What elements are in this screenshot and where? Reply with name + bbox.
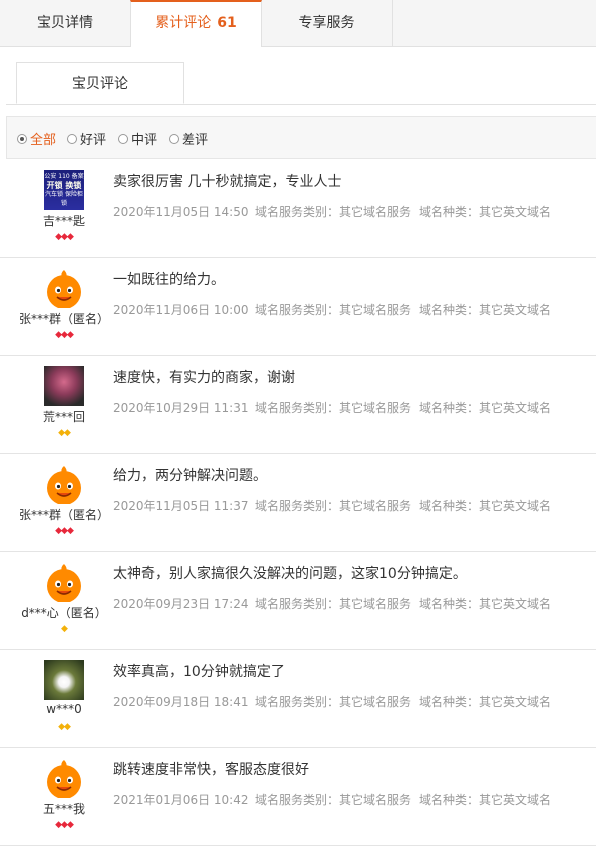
subtab-item-reviews[interactable]: 宝贝评论 — [16, 62, 184, 104]
review-text: 给力，两分钟解决问题。 — [113, 468, 267, 484]
radio-icon[interactable] — [169, 133, 179, 144]
detail-tabs: 宝贝详情 累计评论 61 专享服务 — [0, 0, 596, 47]
review-service-type: 域名服务类别：其它域名服务 — [255, 205, 412, 219]
user-name: 吉***匙 — [42, 214, 85, 228]
review-subtab-bar: 宝贝评论 — [6, 62, 596, 105]
review-text: 一如既往的给力。 — [113, 272, 225, 288]
filter-good-label: 好评 — [80, 133, 107, 148]
review-service-type: 域名服务类别：其它域名服务 — [255, 303, 412, 317]
filter-good[interactable]: 好评 — [67, 129, 106, 148]
red-diamond-icon: ◆◆◆ — [55, 526, 74, 536]
tab-item-details[interactable]: 宝贝详情 — [0, 0, 131, 46]
tab-service[interactable]: 专享服务 — [261, 0, 393, 46]
review-date: 2020年11月06日 10:00 — [113, 303, 249, 317]
taobao-mascot-avatar — [44, 562, 84, 602]
review-item: w***0 ◆◆ 效率真高，10分钟就搞定了 2020年09月18日 18:41… — [0, 650, 596, 748]
review-meta: 2021年01月06日 10:42 域名服务类别：其它域名服务 域名种类：其它英文域… — [113, 791, 551, 808]
review-item: 荒***回 ◆◆ 速度快，有实力的商家，谢谢 2020年10月29日 11:31… — [0, 356, 596, 454]
user-name: 荒***回 — [42, 410, 85, 424]
subtab-label: 宝贝评论 — [72, 76, 128, 92]
review-meta: 2020年11月06日 10:00 域名服务类别：其它域名服务 域名种类：其它英文域… — [113, 301, 551, 318]
review-filter: 全部 好评 中评 差评 — [6, 116, 596, 159]
review-service-type: 域名服务类别：其它域名服务 — [255, 499, 412, 513]
user-name: 张***群（匿名） — [18, 312, 109, 326]
filter-neutral-label: 中评 — [131, 133, 158, 148]
review-service-type: 域名服务类别：其它域名服务 — [255, 695, 412, 709]
review-service-type: 域名服务类别：其它域名服务 — [255, 401, 412, 415]
review-domain-type: 域名种类：其它英文域名 — [419, 499, 552, 513]
review-text: 速度快，有实力的商家，谢谢 — [113, 370, 295, 386]
user-name: w***0 — [46, 702, 82, 716]
gold-diamond-icon: ◆ — [61, 624, 68, 634]
red-diamond-icon: ◆◆◆ — [55, 330, 74, 340]
review-text: 卖家很厉害 几十秒就搞定，专业人士 — [113, 174, 342, 190]
review-date: 2021年01月06日 10:42 — [113, 793, 249, 807]
review-item: 五***我 ◆◆◆ 跳转速度非常快，客服态度很好 2021年01月06日 10:… — [0, 748, 596, 846]
review-meta: 2020年11月05日 14:50 域名服务类别：其它域名服务 域名种类：其它英文域… — [113, 203, 551, 220]
taobao-mascot-avatar — [44, 758, 84, 798]
user-avatar — [44, 366, 84, 406]
gold-diamond-icon: ◆◆ — [58, 722, 71, 732]
taobao-mascot-avatar — [44, 464, 84, 504]
review-service-type: 域名服务类别：其它域名服务 — [255, 597, 412, 611]
user-name: 五***我 — [42, 802, 85, 816]
gold-diamond-icon: ◆◆ — [58, 428, 71, 438]
tab-reviews[interactable]: 累计评论 61 — [130, 0, 262, 47]
red-diamond-icon: ◆◆◆ — [55, 232, 74, 242]
review-item: d***心（匿名） ◆ 太神奇，别人家搞很久没解决的问题，这家10分钟搞定。 2… — [0, 552, 596, 650]
reviews-count: 61 — [217, 15, 237, 31]
user-avatar — [44, 660, 84, 700]
review-domain-type: 域名种类：其它英文域名 — [419, 303, 552, 317]
review-meta: 2020年09月23日 17:24 域名服务类别：其它域名服务 域名种类：其它英文域… — [113, 595, 551, 612]
filter-all-label: 全部 — [30, 133, 57, 148]
review-domain-type: 域名种类：其它英文域名 — [419, 695, 552, 709]
review-meta: 2020年09月18日 18:41 域名服务类别：其它域名服务 域名种类：其它英文域… — [113, 693, 551, 710]
review-domain-type: 域名种类：其它英文域名 — [419, 205, 552, 219]
review-item: 公安 110 备案 开锁 换锁 汽车锁 保险柜锁 吉***匙 ◆◆◆ 卖家很厉害 几… — [0, 160, 596, 258]
filter-all[interactable]: 全部 — [17, 129, 56, 148]
user-name: 张***群（匿名） — [18, 508, 109, 522]
tab-details-label: 宝贝详情 — [37, 15, 93, 31]
review-text: 效率真高，10分钟就搞定了 — [113, 664, 285, 680]
tab-reviews-label: 累计评论 — [155, 15, 212, 31]
review-date: 2020年11月05日 14:50 — [113, 205, 249, 219]
review-date: 2020年09月18日 18:41 — [113, 695, 249, 709]
taobao-mascot-avatar — [44, 268, 84, 308]
filter-bad-label: 差评 — [182, 133, 209, 148]
review-text: 太神奇，别人家搞很久没解决的问题，这家10分钟搞定。 — [113, 566, 467, 582]
tab-service-label: 专享服务 — [298, 15, 355, 31]
review-domain-type: 域名种类：其它英文域名 — [419, 597, 552, 611]
review-date: 2020年09月23日 17:24 — [113, 597, 249, 611]
review-meta: 2020年11月05日 11:37 域名服务类别：其它域名服务 域名种类：其它英文域… — [113, 497, 551, 514]
user-name: d***心（匿名） — [21, 606, 107, 620]
user-avatar: 公安 110 备案 开锁 换锁 汽车锁 保险柜锁 — [44, 170, 84, 210]
radio-icon[interactable] — [118, 133, 128, 144]
review-item: 张***群（匿名） ◆◆◆ 一如既往的给力。 2020年11月06日 10:00… — [0, 258, 596, 356]
radio-icon[interactable] — [67, 133, 77, 144]
filter-bad[interactable]: 差评 — [169, 129, 208, 148]
review-service-type: 域名服务类别：其它域名服务 — [255, 793, 412, 807]
review-domain-type: 域名种类：其它英文域名 — [419, 401, 552, 415]
review-domain-type: 域名种类：其它英文域名 — [419, 793, 552, 807]
review-date: 2020年11月05日 11:37 — [113, 499, 249, 513]
radio-selected-icon[interactable] — [17, 133, 27, 144]
review-item: 张***群（匿名） ◆◆◆ 给力，两分钟解决问题。 2020年11月05日 11… — [0, 454, 596, 552]
review-date: 2020年10月29日 11:31 — [113, 401, 249, 415]
review-text: 跳转速度非常快，客服态度很好 — [113, 762, 309, 778]
review-list: 公安 110 备案 开锁 换锁 汽车锁 保险柜锁 吉***匙 ◆◆◆ 卖家很厉害 几… — [0, 160, 596, 846]
filter-neutral[interactable]: 中评 — [118, 129, 157, 148]
review-meta: 2020年10月29日 11:31 域名服务类别：其它域名服务 域名种类：其它英文域… — [113, 399, 551, 416]
